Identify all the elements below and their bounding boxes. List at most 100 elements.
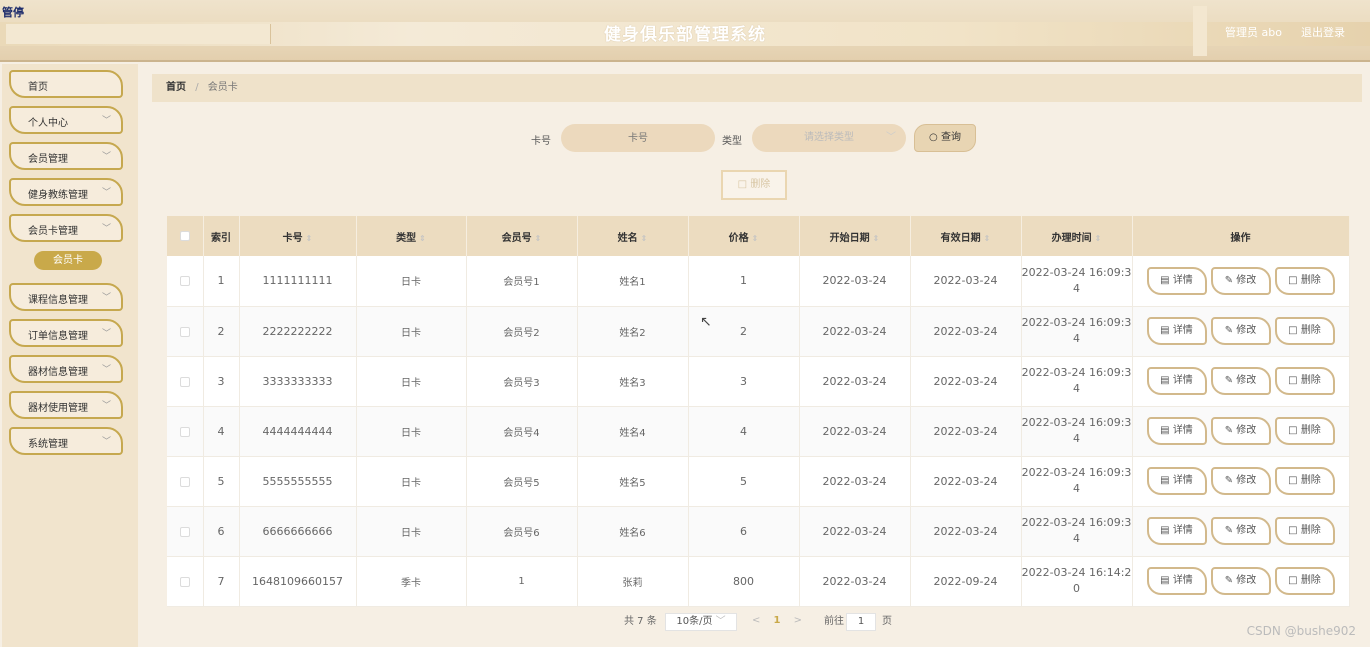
sidebar-item-system-management[interactable]: 系统管理 ﹀: [9, 427, 123, 455]
delete-label: 删除: [1300, 525, 1321, 536]
cell-name: 姓名1: [577, 256, 689, 307]
query-button[interactable]: ○ 查询: [914, 124, 976, 152]
sidebar-item-card-management[interactable]: 会员卡管理 ﹀: [9, 214, 123, 242]
edit-button[interactable]: ✎ 修改: [1210, 317, 1271, 345]
col-member-no[interactable]: 会员号 ⇕: [466, 216, 578, 256]
cell-handle-time: 2022-03-24 16:14:2 0: [1021, 556, 1133, 607]
row-checkbox[interactable]: [179, 326, 190, 337]
sidebar-item-order-management[interactable]: 订单信息管理 ﹀: [9, 319, 123, 347]
row-checkbox-cell[interactable]: [167, 556, 204, 607]
table-row[interactable]: 7 1648109660157 季卡 1 张莉 800 2022-03-24 2022-09-…: [167, 556, 1350, 607]
sort-icon[interactable]: ⇕: [306, 234, 313, 243]
sidebar-item-equipment-management[interactable]: 器材信息管理 ﹀: [9, 355, 123, 383]
mouse-cursor-icon: ↖: [700, 314, 712, 330]
edit-label: 修改: [1236, 274, 1257, 286]
edit-button[interactable]: ✎ 修改: [1210, 367, 1271, 395]
col-card-no[interactable]: 卡号 ⇕: [239, 216, 357, 256]
table-row[interactable]: 4 4444444444 日卡 会员号4 姓名4 4 2022-03-24 2022-03-2…: [167, 406, 1350, 457]
delete-button[interactable]: □ 删除: [1274, 367, 1335, 395]
prev-page-icon[interactable]: <: [752, 615, 760, 626]
edit-button[interactable]: ✎ 修改: [1210, 567, 1271, 595]
sort-icon[interactable]: ⇕: [873, 234, 880, 243]
batch-delete-button[interactable]: □ 删除: [721, 170, 787, 200]
page-size-select[interactable]: 10条/页 ﹀: [665, 613, 737, 631]
row-checkbox-cell[interactable]: [167, 406, 204, 457]
detail-button[interactable]: ▤ 详情: [1146, 317, 1207, 345]
row-checkbox-cell[interactable]: [167, 356, 204, 407]
cell-type: 季卡: [356, 556, 467, 607]
sidebar-item-member-management[interactable]: 会员管理 ﹀: [9, 142, 123, 170]
sidebar-item-home[interactable]: 首页: [9, 70, 123, 98]
cell-start-date: 2022-03-24: [799, 556, 911, 607]
detail-button[interactable]: ▤ 详情: [1146, 517, 1207, 545]
sidebar-item-equipment-usage[interactable]: 器材使用管理 ﹀: [9, 391, 123, 419]
type-select[interactable]: 请选择类型 ﹀: [752, 124, 906, 152]
delete-button[interactable]: □ 删除: [1274, 467, 1335, 495]
sort-icon[interactable]: ⇕: [535, 234, 542, 243]
row-checkbox-cell[interactable]: [167, 256, 204, 307]
sort-icon[interactable]: ⇕: [752, 234, 759, 243]
col-valid-date[interactable]: 有效日期 ⇕: [910, 216, 1022, 256]
row-checkbox[interactable]: [179, 426, 190, 437]
edit-button[interactable]: ✎ 修改: [1210, 266, 1271, 295]
detail-button[interactable]: ▤ 详情: [1146, 417, 1207, 445]
sort-icon[interactable]: ⇕: [419, 234, 426, 243]
col-type[interactable]: 类型 ⇕: [356, 216, 467, 256]
detail-button[interactable]: ▤ 详情: [1146, 467, 1207, 495]
edit-button[interactable]: ✎ 修改: [1210, 417, 1271, 445]
col-start-date[interactable]: 开始日期 ⇕: [799, 216, 911, 256]
col-operations: 操作: [1132, 216, 1350, 256]
row-checkbox[interactable]: [179, 276, 190, 287]
delete-button[interactable]: □ 删除: [1274, 266, 1335, 295]
logout-link[interactable]: 退出登录: [1301, 24, 1345, 40]
edit-button[interactable]: ✎ 修改: [1210, 517, 1271, 545]
page-number-current[interactable]: 1: [774, 615, 781, 626]
edit-button[interactable]: ✎ 修改: [1210, 467, 1271, 495]
goto-page-input[interactable]: 1: [846, 613, 876, 631]
detail-button[interactable]: ▤ 详情: [1146, 567, 1207, 595]
delete-button[interactable]: □ 删除: [1274, 517, 1335, 545]
cell-index: 5: [203, 456, 240, 507]
col-price[interactable]: 价格 ⇕: [688, 216, 800, 256]
row-checkbox[interactable]: [179, 526, 190, 537]
edit-label: 修改: [1236, 325, 1257, 336]
col-handle-time[interactable]: 办理时间 ⇕: [1021, 216, 1133, 256]
row-checkbox-cell[interactable]: [167, 456, 204, 507]
detail-label: 详情: [1172, 475, 1193, 486]
trash-icon: □: [1288, 325, 1301, 336]
col-name[interactable]: 姓名 ⇕: [577, 216, 689, 256]
current-user: 管理员 abo: [1225, 26, 1282, 39]
card-number-input[interactable]: [561, 124, 715, 152]
submenu-item-member-card[interactable]: 会员卡: [34, 251, 102, 270]
cell-operations: ▤ 详情 ✎ 修改 □ 删除: [1132, 556, 1350, 607]
select-all-cell[interactable]: [167, 216, 204, 256]
detail-button[interactable]: ▤ 详情: [1146, 266, 1207, 295]
select-all-checkbox[interactable]: [179, 230, 190, 241]
delete-button[interactable]: □ 删除: [1274, 417, 1335, 445]
cell-valid-date: 2022-03-24: [910, 456, 1022, 507]
sidebar-item-course-management[interactable]: 课程信息管理 ﹀: [9, 283, 123, 311]
row-checkbox-cell[interactable]: [167, 306, 204, 357]
breadcrumb-home[interactable]: 首页: [166, 82, 186, 93]
row-checkbox[interactable]: [179, 476, 190, 487]
cell-start-date: 2022-03-24: [799, 506, 911, 557]
row-checkbox-cell[interactable]: [167, 506, 204, 557]
sort-icon[interactable]: ⇕: [984, 234, 991, 243]
row-checkbox[interactable]: [179, 376, 190, 387]
delete-button[interactable]: □ 删除: [1274, 317, 1335, 345]
pager-nav: < 1 >: [746, 613, 808, 631]
row-checkbox[interactable]: [179, 576, 190, 587]
sort-icon[interactable]: ⇕: [641, 234, 648, 243]
pencil-icon: ✎: [1224, 375, 1237, 386]
detail-button[interactable]: ▤ 详情: [1146, 367, 1207, 395]
next-page-icon[interactable]: >: [794, 615, 802, 626]
table-row[interactable]: 6 6666666666 日卡 会员号6 姓名6 6 2022-03-24 2022-03-2…: [167, 506, 1350, 557]
delete-button[interactable]: □ 删除: [1274, 567, 1335, 595]
table-row[interactable]: 5 5555555555 日卡 会员号5 姓名5 5 2022-03-24 2022-03-2…: [167, 456, 1350, 507]
sidebar-item-coach-management[interactable]: 健身教练管理 ﹀: [9, 178, 123, 206]
sort-icon[interactable]: ⇕: [1095, 234, 1102, 243]
sidebar-item-personal-center[interactable]: 个人中心 ﹀: [9, 106, 123, 134]
table-row[interactable]: 1 1111111111 日卡 会员号1 姓名1 1 2022-03-24 2022-03-2…: [167, 256, 1350, 307]
table-row[interactable]: 3 3333333333 日卡 会员号3 姓名3 3 2022-03-24 2022-03-2…: [167, 356, 1350, 407]
table-row[interactable]: 2 2222222222 日卡 会员号2 姓名2 2 2022-03-24 2022-03-2…: [167, 306, 1350, 357]
